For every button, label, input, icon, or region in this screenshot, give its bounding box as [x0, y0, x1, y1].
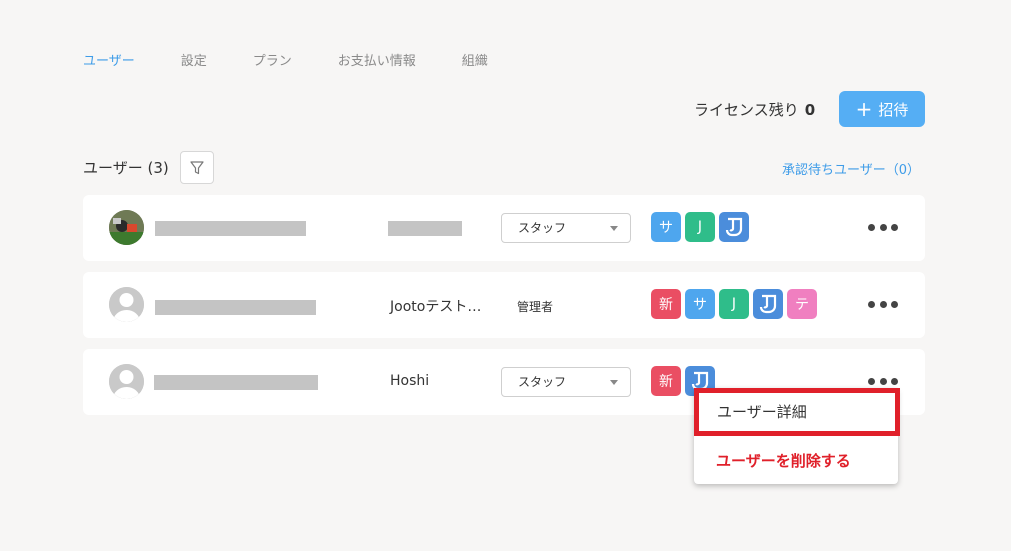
plus-icon: +: [855, 97, 873, 121]
user-row: スタッフ サ J: [83, 195, 925, 261]
user-row: Jootoテスト… 管理者 新 サ J テ: [83, 272, 925, 338]
redacted-name: [154, 375, 318, 390]
project-badges: サ J: [651, 212, 753, 242]
badge-j: J: [685, 212, 715, 242]
jooto-logo-icon: [753, 289, 783, 319]
tab-payment[interactable]: お支払い情報: [338, 50, 416, 69]
pending-users-link[interactable]: 承認待ちユーザー（0）: [782, 159, 920, 178]
redacted-name: [155, 300, 316, 315]
invite-button[interactable]: + 招待: [839, 91, 925, 127]
role-select-value: スタッフ: [518, 221, 567, 235]
badge-j: J: [719, 289, 749, 319]
role-select-value: スタッフ: [518, 375, 567, 389]
users-count-title: ユーザー (3): [83, 159, 169, 177]
more-options-button[interactable]: [868, 298, 898, 310]
role-select[interactable]: スタッフ: [501, 213, 631, 243]
avatar: [109, 210, 144, 245]
invite-label: 招待: [878, 100, 909, 119]
tab-organization[interactable]: 組織: [462, 50, 488, 69]
badge-sa: サ: [685, 289, 715, 319]
role-select[interactable]: スタッフ: [501, 367, 631, 397]
user-detail-menu-item[interactable]: ユーザー詳細: [694, 388, 900, 436]
chevron-down-icon: [610, 380, 618, 385]
project-badges: 新 サ J テ: [651, 289, 821, 319]
delete-user-menu-item[interactable]: ユーザーを削除する: [716, 450, 851, 471]
badge-sa: サ: [651, 212, 681, 242]
filter-icon: [190, 160, 204, 174]
group-name: Jootoテスト…: [390, 299, 482, 315]
tab-plan[interactable]: プラン: [253, 50, 292, 69]
redacted-group: [388, 221, 462, 236]
settings-tabs: ユーザー 設定 プラン お支払い情報 組織: [83, 50, 534, 69]
license-label: ライセンス残り: [694, 101, 799, 119]
more-options-button[interactable]: [868, 221, 898, 233]
redacted-name: [155, 221, 306, 236]
role-label: 管理者: [517, 300, 554, 314]
badge-new: 新: [651, 289, 681, 319]
avatar: [109, 287, 144, 322]
license-count: 0: [804, 101, 816, 119]
group-name: Hoshi: [390, 373, 430, 389]
tab-users[interactable]: ユーザー: [83, 50, 135, 69]
avatar: [109, 364, 144, 399]
badge-te: テ: [787, 289, 817, 319]
tab-settings[interactable]: 設定: [181, 50, 207, 69]
user-context-menu: ユーザー詳細 ユーザーを削除する: [694, 388, 900, 484]
badge-new: 新: [651, 366, 681, 396]
chevron-down-icon: [610, 226, 618, 231]
filter-button[interactable]: [180, 151, 214, 184]
license-remaining: ライセンス残り 0: [694, 99, 815, 120]
jooto-logo-icon: [719, 212, 749, 242]
more-options-button[interactable]: [868, 375, 898, 387]
